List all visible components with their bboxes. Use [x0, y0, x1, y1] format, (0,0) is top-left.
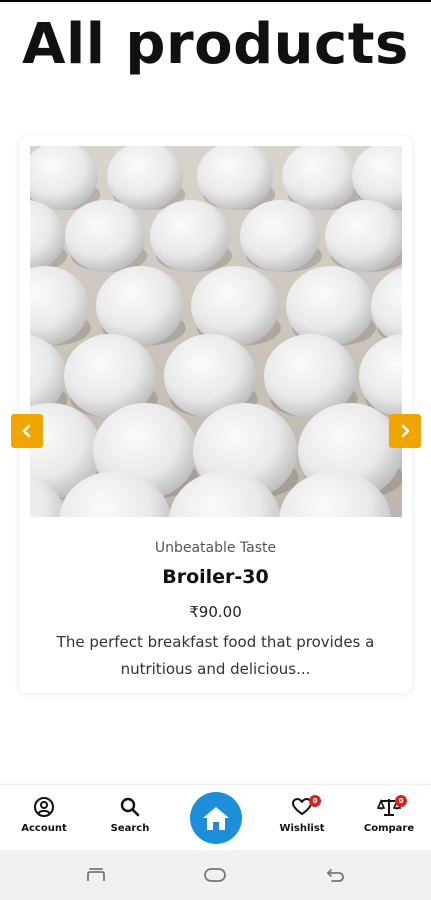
- carousel-next-button[interactable]: [389, 414, 421, 448]
- egg-field: [30, 146, 402, 517]
- product-price: ₹90.00: [189, 603, 242, 621]
- egg: [325, 200, 402, 272]
- nav-home-button[interactable]: [190, 792, 242, 844]
- egg: [191, 266, 279, 346]
- back-icon[interactable]: [326, 866, 346, 884]
- recent-apps-icon[interactable]: [85, 866, 107, 884]
- egg: [96, 266, 184, 346]
- nav-account-button[interactable]: Account: [9, 795, 79, 834]
- egg: [240, 200, 320, 272]
- status-edge: [0, 0, 431, 2]
- account-icon: [34, 797, 54, 817]
- product-description: The perfect breakfast food that provides…: [56, 633, 375, 678]
- nav-account-label: Account: [21, 823, 67, 834]
- page-title: All products: [22, 12, 409, 77]
- product-image[interactable]: [30, 146, 402, 517]
- search-icon: [120, 797, 140, 817]
- system-navigation-bar: [0, 850, 431, 900]
- home-icon: [203, 807, 229, 830]
- home-pill-icon[interactable]: [203, 866, 227, 884]
- nav-compare-label: Compare: [363, 823, 415, 834]
- egg: [286, 266, 374, 346]
- egg: [150, 200, 230, 272]
- egg: [65, 200, 145, 272]
- nav-wishlist-label: Wishlist: [279, 823, 325, 834]
- chevron-right-icon: [401, 424, 410, 438]
- product-name[interactable]: Broiler-30: [0, 566, 431, 588]
- chevron-left-icon: [22, 424, 31, 438]
- nav-search-button[interactable]: Search: [95, 795, 165, 834]
- nav-search-label: Search: [110, 823, 150, 834]
- nav-compare-button[interactable]: 0 Compare: [354, 795, 424, 834]
- nav-wishlist-button[interactable]: 0 Wishlist: [267, 795, 337, 834]
- compare-count-badge: 0: [395, 795, 407, 807]
- product-tagline: Unbeatable Taste: [154, 540, 277, 556]
- wishlist-count-badge: 0: [309, 795, 321, 807]
- carousel-prev-button[interactable]: [11, 414, 43, 448]
